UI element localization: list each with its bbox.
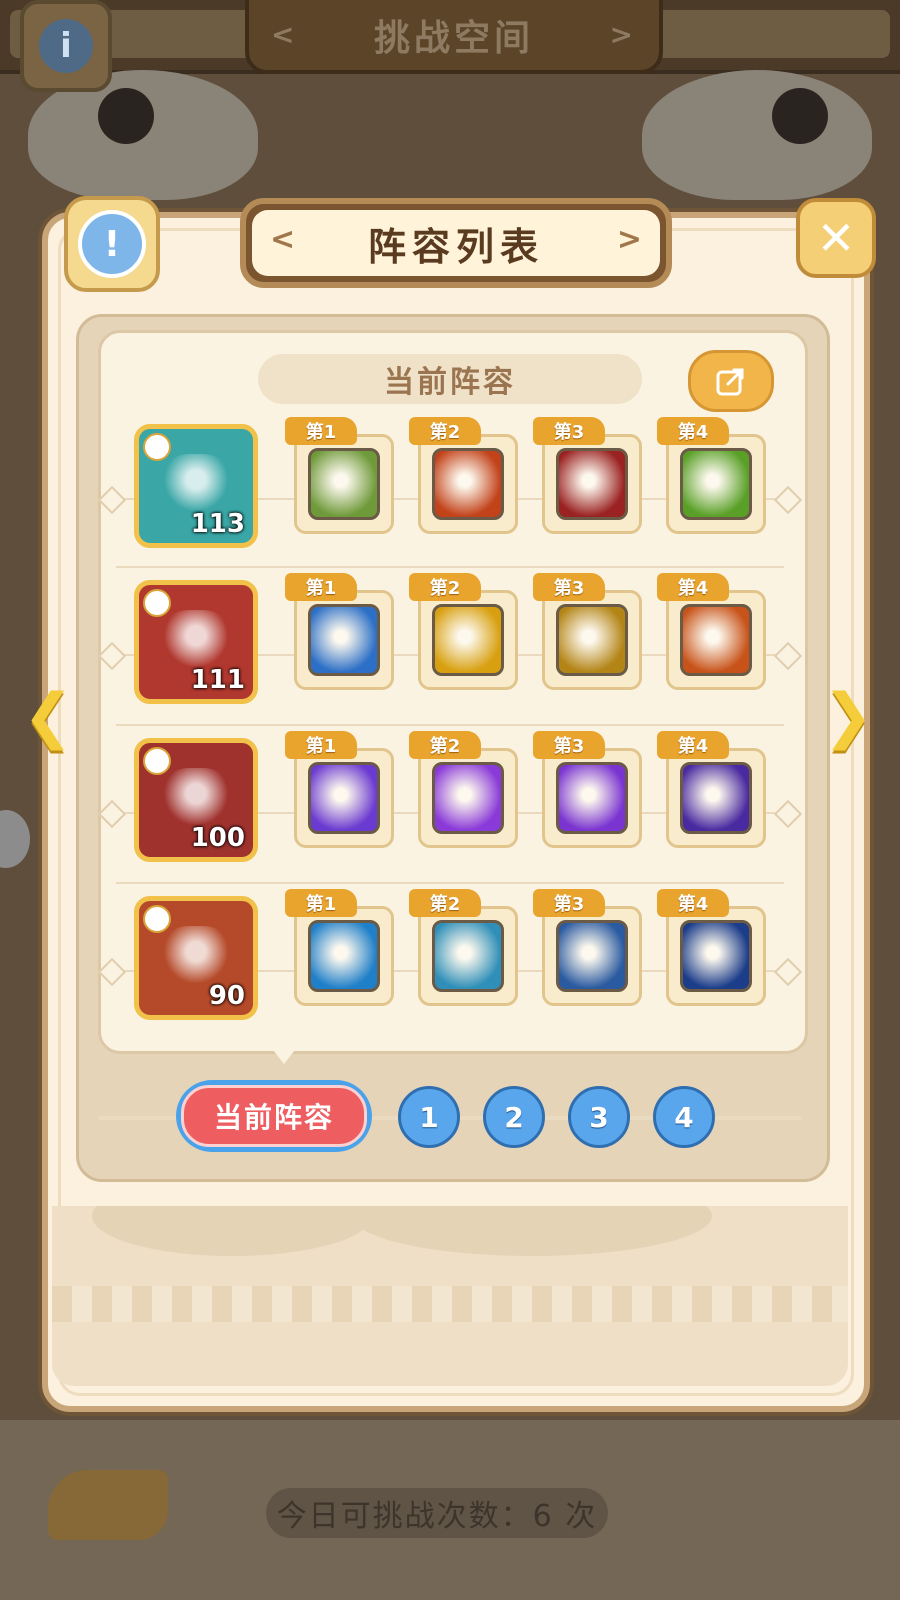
skill-icon xyxy=(680,604,752,676)
background-right-eye xyxy=(642,70,872,200)
skill-order-tag: 第3 xyxy=(533,573,605,601)
close-button[interactable]: ✕ xyxy=(796,198,876,278)
skill-order-tag: 第3 xyxy=(533,731,605,759)
skill-icon xyxy=(308,604,380,676)
lineup-row: 113 第1 第2 第3 第4 xyxy=(97,417,803,574)
lineup-row: 111 第1 第2 第3 第4 xyxy=(97,566,803,730)
skill-slot[interactable]: 第4 xyxy=(657,889,766,1006)
skill-order-tag: 第4 xyxy=(657,731,729,759)
dialog-title: 阵容列表 xyxy=(367,224,544,269)
skill-icon xyxy=(432,448,504,520)
skill-slot[interactable]: 第2 xyxy=(409,889,518,1006)
skill-order-tag: 第3 xyxy=(533,417,605,445)
current-lineup-tab-label: 当前阵容 xyxy=(181,1085,367,1147)
skill-slot[interactable]: 第4 xyxy=(657,731,766,848)
help-button[interactable]: ! xyxy=(64,196,160,292)
skill-slot[interactable]: 第2 xyxy=(409,731,518,848)
skill-slot[interactable]: 第3 xyxy=(533,889,642,1006)
exclamation-icon: ! xyxy=(78,210,146,278)
hero-level: 111 xyxy=(190,665,245,695)
skill-icon xyxy=(432,604,504,676)
element-icon xyxy=(143,433,171,461)
panel-pointer xyxy=(270,1046,298,1064)
element-icon xyxy=(143,905,171,933)
close-icon: ✕ xyxy=(816,211,856,265)
element-icon xyxy=(143,747,171,775)
skill-slot[interactable]: 第1 xyxy=(285,417,394,534)
skill-slot[interactable]: 第4 xyxy=(657,573,766,690)
lineup-row: 90 第1 第2 第3 第4 xyxy=(97,882,803,1046)
element-icon xyxy=(143,589,171,617)
skill-icon xyxy=(308,762,380,834)
info-icon: i xyxy=(39,19,93,73)
background-title: 挑战空间 xyxy=(373,18,534,59)
chevron-right-icon: > xyxy=(616,222,642,257)
lineup-selector: 当前阵容 1 2 3 4 xyxy=(98,1068,802,1168)
skill-slot[interactable]: 第3 xyxy=(533,731,642,848)
daily-attempts-counter: 今日可挑战次数：6 次 xyxy=(266,1488,608,1538)
skill-icon xyxy=(556,920,628,992)
lineup-tab-4[interactable]: 4 xyxy=(653,1086,715,1148)
skill-icon xyxy=(432,762,504,834)
hero-portrait[interactable]: 90 xyxy=(134,896,258,1020)
lineup-row: 100 第1 第2 第3 第4 xyxy=(97,724,803,888)
arrow-left-icon: ❮ xyxy=(22,681,74,751)
skill-icon xyxy=(680,762,752,834)
hero-portrait[interactable]: 100 xyxy=(134,738,258,862)
skill-order-tag: 第1 xyxy=(285,731,357,759)
hero-level: 100 xyxy=(190,823,245,853)
skill-order-tag: 第1 xyxy=(285,573,357,601)
skill-icon xyxy=(308,448,380,520)
background-info-button: i xyxy=(20,0,112,92)
skill-slot[interactable]: 第1 xyxy=(285,573,394,690)
lineup-tab-1[interactable]: 1 xyxy=(398,1086,460,1148)
lineup-tab-2[interactable]: 2 xyxy=(483,1086,545,1148)
share-icon xyxy=(716,368,744,396)
skill-slot[interactable]: 第2 xyxy=(409,417,518,534)
arrow-right-icon: ❯ xyxy=(822,681,874,751)
dialog-title-plate: < 阵容列表 > xyxy=(240,198,672,288)
hero-level: 90 xyxy=(208,981,245,1011)
hero-portrait[interactable]: 111 xyxy=(134,580,258,704)
skill-slot[interactable]: 第3 xyxy=(533,417,642,534)
share-button[interactable] xyxy=(688,350,774,412)
skill-order-tag: 第4 xyxy=(657,889,729,917)
skill-icon xyxy=(680,920,752,992)
skill-icon xyxy=(556,762,628,834)
previous-arrow-button[interactable]: ❮ xyxy=(22,681,74,751)
chevron-left-icon: < xyxy=(270,222,296,257)
skill-order-tag: 第2 xyxy=(409,889,481,917)
skill-order-tag: 第1 xyxy=(285,889,357,917)
skill-order-tag: 第2 xyxy=(409,573,481,601)
dialog-landscape-decoration xyxy=(52,1206,848,1386)
skill-order-tag: 第3 xyxy=(533,889,605,917)
skill-slot[interactable]: 第1 xyxy=(285,889,394,1006)
skill-order-tag: 第2 xyxy=(409,731,481,759)
skill-slot[interactable]: 第4 xyxy=(657,417,766,534)
skill-slot[interactable]: 第2 xyxy=(409,573,518,690)
skill-icon xyxy=(308,920,380,992)
hero-portrait[interactable]: 113 xyxy=(134,424,258,548)
hero-level: 113 xyxy=(190,509,245,539)
lineup-tab-3[interactable]: 3 xyxy=(568,1086,630,1148)
skill-icon xyxy=(556,448,628,520)
fish-bone-icon xyxy=(48,1470,168,1540)
skill-icon xyxy=(556,604,628,676)
current-lineup-tab[interactable]: 当前阵容 xyxy=(176,1080,372,1152)
skill-slot[interactable]: 第1 xyxy=(285,731,394,848)
skill-order-tag: 第1 xyxy=(285,417,357,445)
current-lineup-label: 当前阵容 xyxy=(258,354,642,404)
skill-order-tag: 第4 xyxy=(657,573,729,601)
skill-order-tag: 第4 xyxy=(657,417,729,445)
skill-order-tag: 第2 xyxy=(409,417,481,445)
chevron-left-icon: < xyxy=(271,18,299,51)
skill-icon xyxy=(680,448,752,520)
background-title-plate: < 挑战空间 > xyxy=(245,0,663,74)
skill-slot[interactable]: 第3 xyxy=(533,573,642,690)
chevron-right-icon: > xyxy=(609,18,637,51)
skill-icon xyxy=(432,920,504,992)
